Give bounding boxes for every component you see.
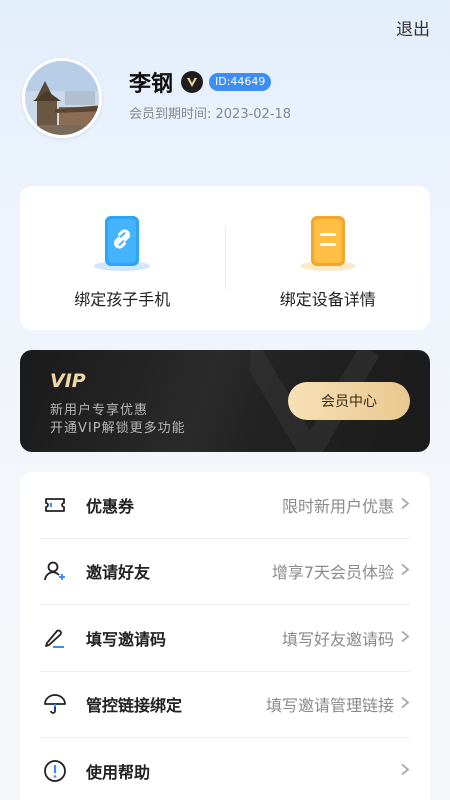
menu-item-label: 优惠券 <box>86 496 135 516</box>
menu-item-hint: 增享7天会员体验 <box>271 563 394 583</box>
ticket-icon <box>42 492 68 518</box>
member-center-button[interactable]: 会员中心 <box>288 382 410 420</box>
expire-date: 会员到期时间: 2023-02-18 <box>129 107 292 122</box>
vip-promo-line1: 新用户专享优惠 <box>50 403 149 418</box>
bind-device-detail-label: 绑定设备详情 <box>279 290 376 309</box>
menu-list: 优惠券 限时新用户优惠 邀请好友 增享7天会员体验 填写邀请码 填写好友邀请码 … <box>20 472 430 800</box>
bind-card: 绑定孩子手机 绑定设备详情 <box>20 186 430 330</box>
menu-item-help[interactable]: 使用帮助 <box>40 738 410 800</box>
vip-logo: VIP <box>50 370 98 394</box>
menu-item-hint: 填写邀请管理链接 <box>265 696 394 716</box>
user-name: 李钢 <box>129 72 174 97</box>
pen-icon <box>42 625 68 651</box>
menu-item-control-link-bind[interactable]: 管控链接绑定 填写邀请管理链接 <box>40 672 410 738</box>
menu-item-label: 邀请好友 <box>86 563 151 583</box>
menu-item-coupon[interactable]: 优惠券 限时新用户优惠 <box>40 472 410 539</box>
chevron-right-icon <box>400 695 410 714</box>
bind-child-phone-label: 绑定孩子手机 <box>74 290 171 309</box>
vip-badge-icon <box>181 71 204 93</box>
menu-item-hint: 限时新用户优惠 <box>281 496 394 516</box>
vip-promo-line2: 开通VIP解锁更多功能 <box>50 421 186 436</box>
menu-item-label: 使用帮助 <box>86 763 151 783</box>
vip-banner[interactable]: VIP 新用户专享优惠 开通VIP解锁更多功能 会员中心 <box>20 350 430 452</box>
chevron-right-icon <box>400 562 410 581</box>
menu-item-invite-friends[interactable]: 邀请好友 增享7天会员体验 <box>40 539 410 605</box>
chevron-right-icon <box>400 495 410 514</box>
name-row: 李钢 ID:44649 <box>129 66 272 98</box>
bind-device-detail-button[interactable]: 绑定设备详情 <box>226 186 431 330</box>
menu-item-label: 填写邀请码 <box>86 629 167 649</box>
profile-header: 李钢 ID:44649 会员到期时间: 2023-02-18 <box>22 58 422 140</box>
menu-item-hint: 填写好友邀请码 <box>281 629 394 649</box>
chevron-right-icon <box>400 762 410 781</box>
help-icon <box>42 758 68 784</box>
link-phone-icon <box>89 216 155 280</box>
device-detail-icon <box>295 216 361 280</box>
add-user-icon <box>42 558 68 584</box>
user-id-badge: ID:44649 <box>209 73 272 91</box>
bind-child-phone-button[interactable]: 绑定孩子手机 <box>20 186 225 330</box>
umbrella-icon <box>42 691 68 717</box>
menu-item-enter-invite-code[interactable]: 填写邀请码 填写好友邀请码 <box>40 605 410 672</box>
svg-text:VIP: VIP <box>50 370 86 390</box>
avatar[interactable] <box>22 58 102 138</box>
chevron-right-icon <box>400 628 410 647</box>
menu-item-label: 管控链接绑定 <box>86 696 183 716</box>
logout-button[interactable]: 退出 <box>396 15 430 40</box>
